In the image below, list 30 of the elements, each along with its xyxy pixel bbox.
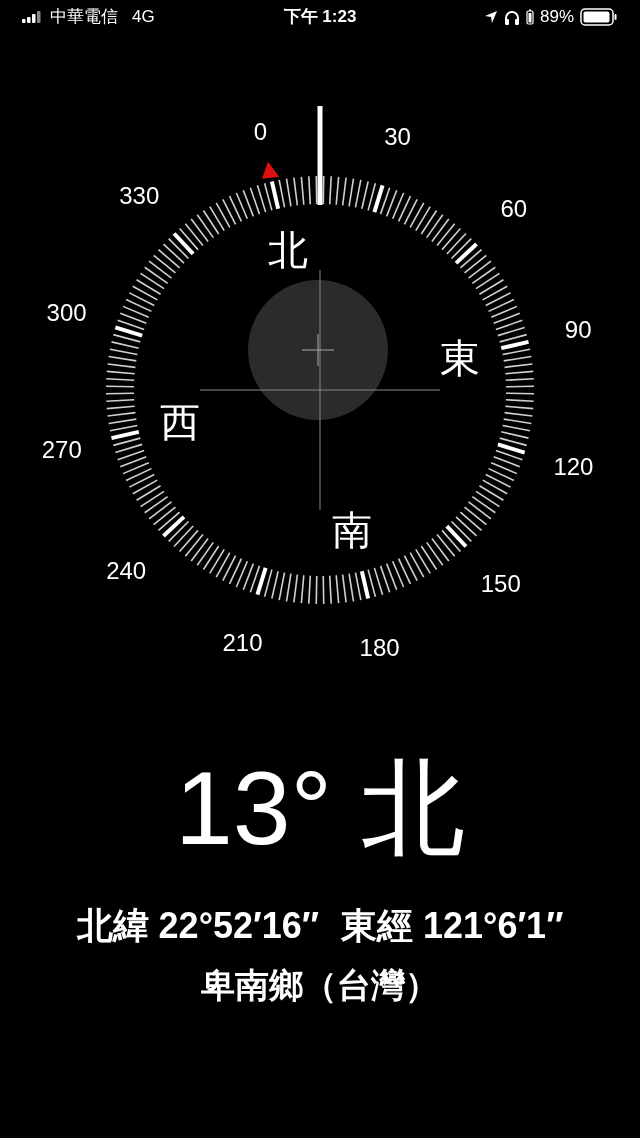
degree-label: 180 [359, 634, 400, 662]
degree-label: 90 [564, 316, 592, 344]
degree-label: 240 [106, 556, 147, 584]
location-name: 卑南鄉（台灣） [200, 968, 440, 1002]
degree-label: 210 [222, 629, 263, 657]
battery-icon [580, 8, 618, 26]
degree-label: 30 [384, 122, 411, 150]
degree-label: 300 [46, 298, 87, 326]
direction-label: 北 [267, 227, 308, 272]
degree-label: 120 [553, 453, 594, 481]
heading-readout: 13° 北 [173, 756, 467, 860]
north-marker [262, 161, 280, 179]
headphones-icon [503, 9, 520, 25]
network-type: 4G [132, 6, 155, 29]
degree-label: 60 [500, 195, 528, 223]
battery-small-icon [525, 9, 534, 25]
longitude: 東經 121°6′1″ [341, 908, 564, 944]
degree-label: 150 [480, 569, 521, 597]
degree-label: 330 [119, 182, 160, 210]
signal-icon [22, 11, 42, 23]
degree-label: 270 [41, 435, 82, 463]
direction-label: 南 [332, 508, 373, 553]
direction-label: 東 [440, 335, 481, 380]
battery-percentage: 89% [539, 6, 574, 29]
carrier-name: 中華電信 [50, 6, 118, 29]
location-arrow-icon [483, 10, 498, 24]
clock: 下午 1:23 [283, 6, 357, 29]
latitude: 北緯 22°52′16″ [76, 908, 319, 944]
degree-label: 0 [253, 117, 268, 145]
direction-label: 西 [159, 400, 200, 445]
